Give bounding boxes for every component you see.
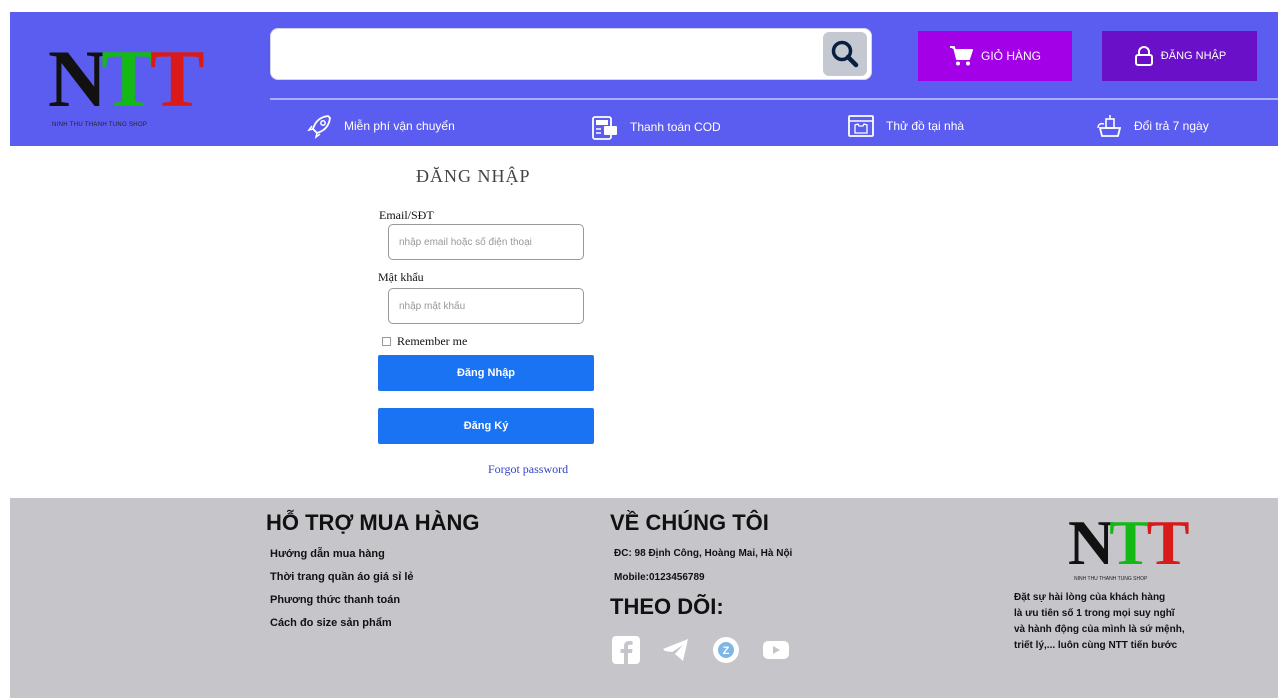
page: NTT NINH THU THANH TUNG SHOP GIỎ HÀNG ĐĂ… [0, 0, 1278, 698]
support-link[interactable]: Thời trang quần áo giá sỉ lẻ [270, 571, 414, 583]
email-field[interactable] [388, 224, 584, 260]
about-heading: VỀ CHÚNG TÔI [610, 510, 769, 535]
footer: HỖ TRỢ MUA HÀNG Hướng dẫn mua hàng Thời … [10, 498, 1278, 698]
login-title: ĐĂNG NHẬP [416, 166, 531, 186]
telegram-link[interactable] [660, 634, 692, 666]
support-link[interactable]: Hướng dẫn mua hàng [270, 548, 385, 560]
login-button[interactable]: Đăng Nhập [378, 355, 594, 391]
follow-heading: THEO DÕI: [610, 594, 724, 619]
password-label: Mật khẩu [378, 270, 424, 284]
remember-checkbox[interactable] [382, 337, 391, 346]
cart-icon [949, 46, 973, 66]
email-label: Email/SĐT [379, 208, 434, 222]
lock-icon [1134, 46, 1153, 66]
search-icon [831, 40, 859, 68]
telegram-icon [663, 639, 688, 661]
zalo-link[interactable]: Z [710, 634, 742, 666]
remember-label: Remember me [397, 334, 468, 348]
facebook-icon [612, 636, 640, 664]
return-icon [1097, 115, 1122, 137]
support-link[interactable]: Phương thức thanh toán [270, 594, 400, 606]
search-input[interactable] [283, 39, 813, 71]
try-on-icon [848, 115, 874, 137]
feature-label: Đổi trả 7 ngày [1134, 119, 1209, 133]
login-header-button[interactable]: ĐĂNG NHẬP [1102, 31, 1257, 81]
support-link[interactable]: Cách đo size sản phẩm [270, 617, 392, 629]
cod-payment-icon [592, 116, 617, 140]
support-heading: HỖ TRỢ MUA HÀNG [266, 510, 480, 535]
youtube-link[interactable] [760, 634, 792, 666]
mission-line: và hành động của mình là sứ mệnh, [1014, 624, 1185, 635]
forgot-password-link[interactable]: Forgot password [488, 462, 568, 477]
rocket-icon [307, 115, 331, 139]
footer-logo-tagline: NINH THU THANH TUNG SHOP [1074, 576, 1148, 582]
feature-return: Đổi trả 7 ngày [1096, 112, 1209, 140]
header-divider [270, 98, 1278, 100]
feature-try-on: Thử đồ tại nhà [846, 112, 964, 140]
features-bar: Miễn phí vận chuyển Thanh toán COD Thử đ… [10, 108, 1278, 144]
register-button[interactable]: Đăng Ký [378, 408, 594, 444]
header: NTT NINH THU THANH TUNG SHOP GIỎ HÀNG ĐĂ… [10, 12, 1278, 146]
feature-label: Thanh toán COD [630, 120, 721, 134]
feature-label: Miễn phí vận chuyển [344, 119, 455, 133]
login-header-label: ĐĂNG NHẬP [1160, 50, 1227, 62]
feature-free-shipping: Miễn phí vận chuyển [306, 112, 455, 140]
zalo-icon: Z [713, 637, 739, 663]
svg-text:Z: Z [723, 645, 730, 657]
mission-line: Đặt sự hài lòng của khách hàng [1014, 592, 1166, 603]
mission-line: là ưu tiên số 1 trong mọi suy nghĩ [1014, 608, 1175, 619]
brand-mission-text: Đặt sự hài lòng của khách hàng là ưu tiê… [1014, 590, 1264, 654]
facebook-link[interactable] [610, 634, 642, 666]
feature-label: Thử đồ tại nhà [886, 119, 965, 133]
social-links: Z [610, 634, 792, 666]
feature-cod: Thanh toán COD [590, 112, 721, 142]
footer-logo-text: NTT [1068, 507, 1190, 578]
search-button[interactable] [823, 32, 867, 76]
youtube-icon [763, 641, 789, 659]
mission-line: triết lý,... luôn cùng NTT tiến bước [1014, 640, 1178, 651]
remember-me: Remember me [382, 334, 467, 349]
search-bar [270, 28, 872, 80]
mobile-text: Mobile:0123456789 [614, 572, 705, 583]
password-field[interactable] [388, 288, 584, 324]
address-text: ĐC: 98 Định Công, Hoàng Mai, Hà Nội [614, 548, 793, 559]
cart-button[interactable]: GIỎ HÀNG [918, 31, 1072, 81]
cart-label: GIỎ HÀNG [980, 49, 1041, 63]
footer-logo: NTT NINH THU THANH TUNG SHOP [1068, 507, 1198, 583]
